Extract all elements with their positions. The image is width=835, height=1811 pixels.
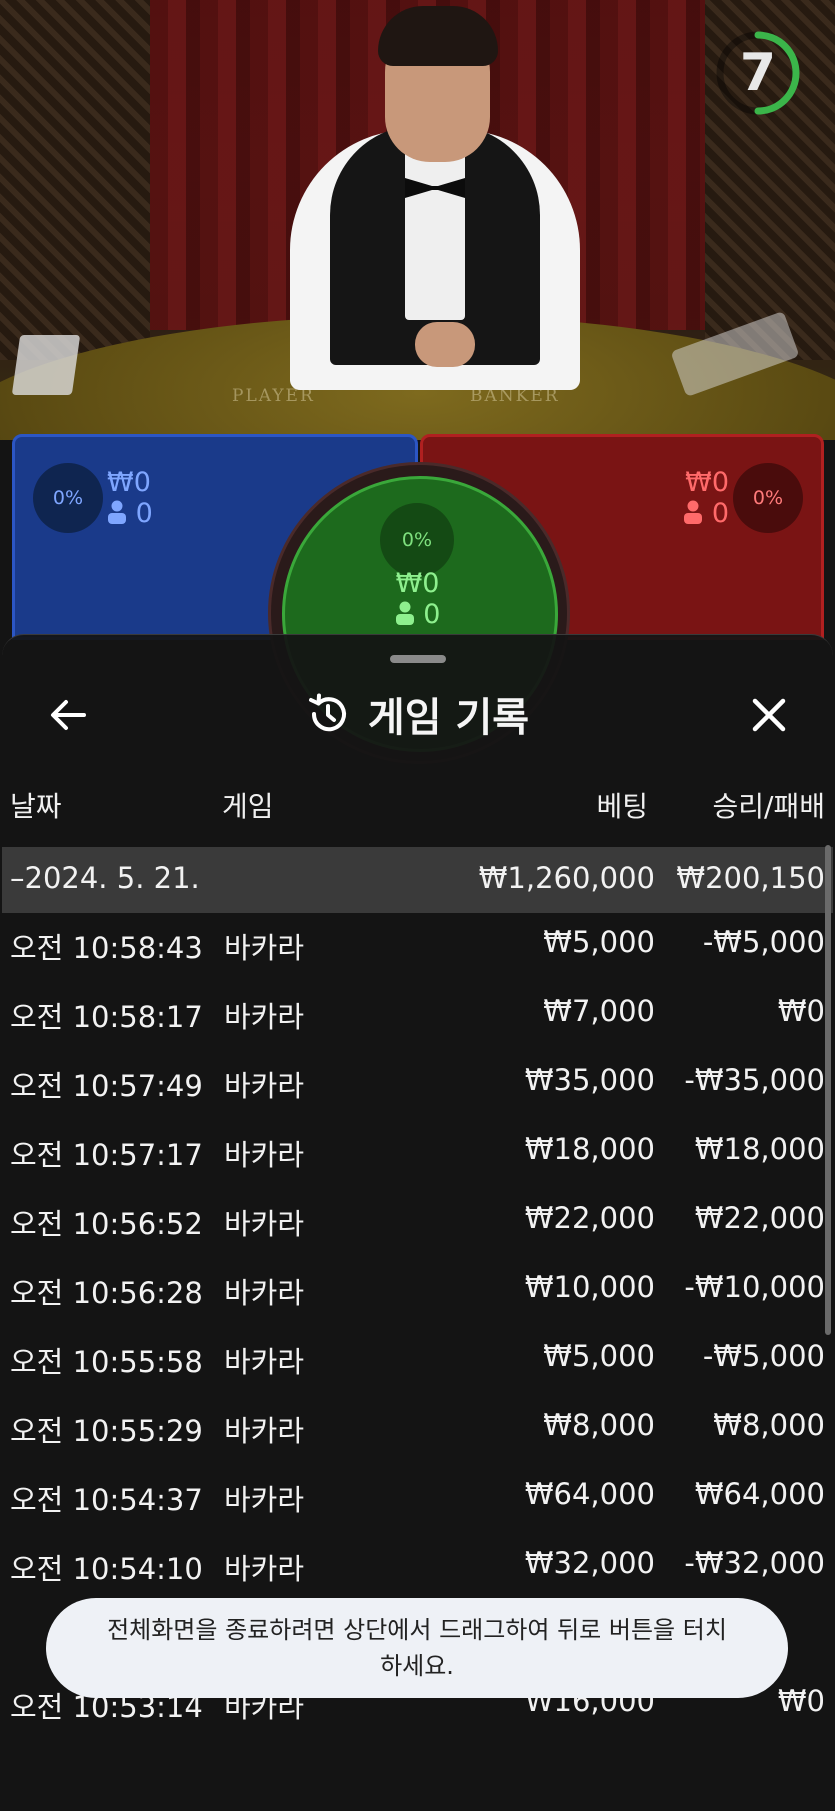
row-result: -₩5,000 (702, 925, 825, 959)
decor-screen-left (0, 0, 150, 360)
row-time: 오전 10:55:58 (10, 1345, 203, 1379)
column-header-date: 날짜 (10, 790, 62, 823)
player-percent: 0% (33, 463, 103, 533)
row-time: 오전 10:55:29 (10, 1414, 203, 1448)
sheet-drag-handle[interactable] (390, 655, 446, 663)
row-result: -₩32,000 (684, 1546, 825, 1580)
table-row[interactable]: 오전 10:58:43 바카라 ₩5,000 -₩5,000 (2, 911, 833, 977)
row-result: ₩8,000 (713, 1408, 825, 1442)
date-group-row[interactable]: –2024. 5. 21. ₩1,260,000 ₩200,150 (2, 847, 833, 913)
row-result: ₩0 (777, 994, 825, 1028)
table-row[interactable]: 오전 10:58:17 바카라 ₩7,000 ₩0 (2, 980, 833, 1046)
row-time: 오전 10:58:43 (10, 931, 203, 965)
row-time: 오전 10:54:10 (10, 1552, 203, 1586)
live-video: PLAYER BANKER 7 (0, 0, 835, 440)
row-bet: ₩10,000 (524, 1270, 655, 1304)
row-game: 바카라 (224, 1414, 305, 1448)
column-header-bet: 베팅 (596, 790, 648, 823)
person-icon (108, 500, 126, 524)
table-row[interactable]: 오전 10:55:58 바카라 ₩5,000 -₩5,000 (2, 1325, 833, 1391)
player-stats: ₩0 0 (107, 467, 153, 529)
row-bet: ₩18,000 (524, 1132, 655, 1166)
row-bet: ₩5,000 (543, 1339, 655, 1373)
table-row[interactable]: 오전 10:55:29 바카라 ₩8,000 ₩8,000 (2, 1394, 833, 1460)
row-result: ₩18,000 (694, 1132, 825, 1166)
tie-count: 0 (423, 599, 441, 630)
close-icon (752, 698, 786, 732)
banker-count: 0 (711, 498, 729, 529)
row-bet: ₩35,000 (524, 1063, 655, 1097)
player-amount: ₩0 (107, 467, 151, 498)
sheet-header: 게임 기록 (2, 685, 833, 743)
timer-value: 7 (739, 43, 777, 103)
toast-message: 전체화면을 종료하려면 상단에서 드래그하여 뒤로 버튼을 터치하세요. (107, 1616, 727, 1680)
row-game: 바카라 (224, 1276, 305, 1310)
banker-count-row: 0 (683, 498, 729, 529)
row-bet: ₩8,000 (543, 1408, 655, 1442)
card-shoe (11, 335, 81, 395)
row-time: 오전 10:58:17 (10, 1000, 203, 1034)
sheet-title: 게임 기록 (367, 695, 530, 741)
column-header-game: 게임 (222, 790, 274, 823)
table-row[interactable]: 오전 10:57:49 바카라 ₩35,000 -₩35,000 (2, 1049, 833, 1115)
group-bet-total: ₩1,260,000 (478, 861, 655, 895)
table-row[interactable]: 오전 10:54:37 바카라 ₩64,000 ₩64,000 (2, 1463, 833, 1529)
row-game: 바카라 (224, 1207, 305, 1241)
row-game: 바카라 (224, 1345, 305, 1379)
row-result: ₩22,000 (694, 1201, 825, 1235)
table-row[interactable]: 오전 10:57:17 바카라 ₩18,000 ₩18,000 (2, 1118, 833, 1184)
row-result: -₩5,000 (702, 1339, 825, 1373)
row-game: 바카라 (224, 931, 305, 965)
dealer-hands (415, 322, 475, 367)
fullscreen-toast: 전체화면을 종료하려면 상단에서 드래그하여 뒤로 버튼을 터치하세요. (46, 1598, 788, 1698)
group-result-total: ₩200,150 (676, 861, 825, 895)
row-time: 오전 10:54:37 (10, 1483, 203, 1517)
column-header-result: 승리/패배 (712, 790, 825, 823)
banker-percent: 0% (733, 463, 803, 533)
row-result: -₩10,000 (684, 1270, 825, 1304)
person-icon (395, 601, 414, 625)
row-game: 바카라 (224, 1552, 305, 1586)
person-icon (684, 500, 703, 524)
round-timer: 7 (715, 30, 801, 116)
close-button[interactable] (741, 687, 797, 743)
tie-amount: ₩0 (395, 568, 440, 599)
row-game: 바카라 (224, 1000, 305, 1034)
dealer-hair (378, 6, 498, 66)
row-bet: ₩32,000 (524, 1546, 655, 1580)
table-row[interactable]: 오전 10:56:52 바카라 ₩22,000 ₩22,000 (2, 1187, 833, 1253)
banker-amount: ₩0 (685, 467, 729, 498)
history-icon (308, 693, 346, 732)
tie-count-row: 0 (385, 599, 450, 630)
row-bet: ₩64,000 (524, 1477, 655, 1511)
row-time: 오전 10:56:52 (10, 1207, 203, 1241)
row-bet: ₩22,000 (524, 1201, 655, 1235)
player-count: 0 (135, 498, 153, 529)
dealer-shirt (405, 150, 465, 320)
scrollbar[interactable] (825, 845, 831, 1335)
row-time: 오전 10:57:17 (10, 1138, 203, 1172)
row-result: ₩0 (777, 1684, 825, 1718)
tie-stats: ₩0 0 (385, 568, 450, 630)
row-result: ₩64,000 (694, 1477, 825, 1511)
table-row[interactable]: 오전 10:56:28 바카라 ₩10,000 -₩10,000 (2, 1256, 833, 1322)
player-count-row: 0 (107, 498, 153, 529)
tie-percent: 0% (380, 503, 454, 577)
row-time: 오전 10:57:49 (10, 1069, 203, 1103)
row-time: 오전 10:56:28 (10, 1276, 203, 1310)
table-row[interactable]: 오전 10:54:10 바카라 ₩32,000 -₩32,000 (2, 1532, 833, 1598)
row-bet: ₩5,000 (543, 925, 655, 959)
row-bet: ₩7,000 (543, 994, 655, 1028)
row-game: 바카라 (224, 1138, 305, 1172)
banker-stats: ₩0 0 (683, 467, 729, 529)
group-date: –2024. 5. 21. (10, 861, 200, 895)
row-game: 바카라 (224, 1069, 305, 1103)
row-result: -₩35,000 (684, 1063, 825, 1097)
row-game: 바카라 (224, 1483, 305, 1517)
